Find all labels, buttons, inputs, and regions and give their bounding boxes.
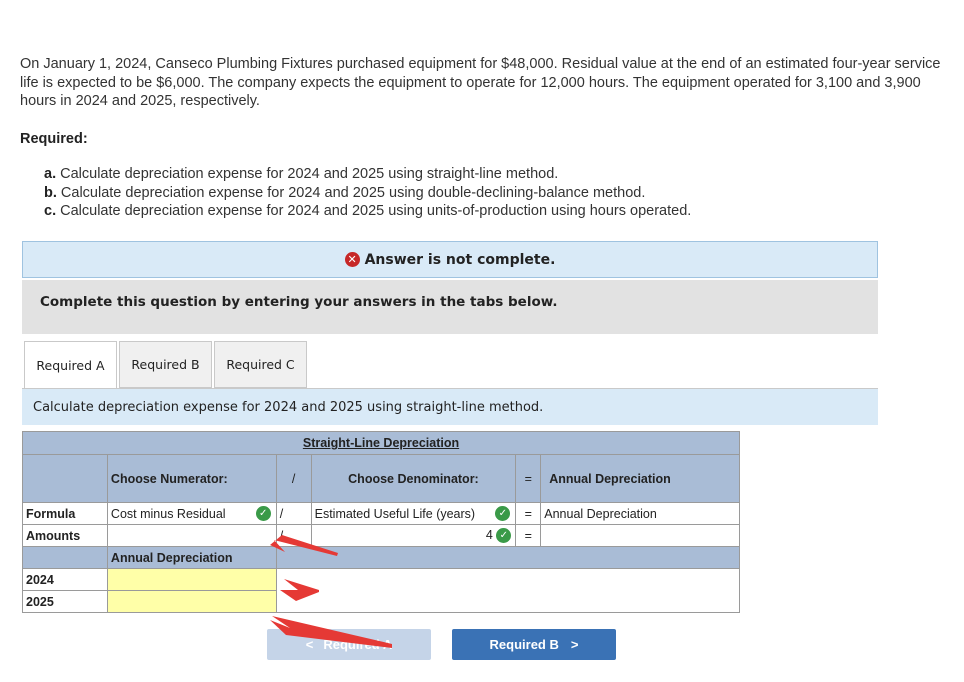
task-description: Calculate depreciation expense for 2024 …: [22, 389, 878, 425]
amounts-label: Amounts: [22, 524, 108, 547]
chevron-right-icon: >: [570, 637, 579, 652]
numerator-select[interactable]: Cost minus Residual ✓: [106, 502, 277, 525]
check-icon: ✓: [496, 528, 512, 544]
table-title: Straight-Line Depreciation: [22, 431, 740, 455]
year-label: 2025: [22, 590, 108, 613]
requirement-b: b. Calculate depreciation expense for 20…: [44, 184, 646, 201]
depreciation-2024-input[interactable]: [106, 568, 277, 591]
subheader-blank: [22, 546, 108, 569]
tab-required-b[interactable]: Required B: [119, 341, 212, 388]
next-button[interactable]: Required B >: [452, 629, 616, 660]
header-numerator: Choose Numerator:: [106, 454, 277, 503]
tab-required-c[interactable]: Required C: [214, 341, 307, 388]
header-divide: /: [275, 454, 312, 503]
formula-label: Formula: [22, 502, 108, 525]
subheader-annual-depreciation: Annual Depreciation: [106, 546, 277, 569]
header-denominator: Choose Denominator:: [310, 454, 517, 503]
requirement-a: a. Calculate depreciation expense for 20…: [44, 166, 559, 182]
empty-area: [275, 568, 741, 613]
amount-divide: /: [275, 524, 312, 547]
requirements-list: a. Calculate depreciation expense for 20…: [44, 165, 691, 221]
header-blank: [22, 454, 108, 503]
requirement-c: c. Calculate depreciation expense for 20…: [44, 203, 692, 219]
header-equals: =: [515, 454, 542, 503]
subheader-fill: [275, 546, 741, 569]
amount-equals: =: [515, 524, 542, 547]
answer-status-text: Answer is not complete.: [364, 251, 556, 268]
depreciation-2025-input[interactable]: [106, 590, 277, 613]
formula-equals: =: [515, 502, 542, 525]
answer-status-banner: ✕ Answer is not complete.: [22, 241, 878, 278]
instruction-panel: Complete this question by entering your …: [22, 280, 878, 334]
header-result: Annual Depreciation: [540, 454, 740, 503]
amount-denominator-input[interactable]: 4 ✓: [310, 524, 517, 547]
year-label: 2024: [22, 568, 108, 591]
denominator-select[interactable]: Estimated Useful Life (years) ✓: [310, 502, 517, 525]
formula-divide: /: [275, 502, 312, 525]
straight-line-table: Straight-Line Depreciation Choose Numera…: [22, 431, 741, 613]
amount-result-input[interactable]: [540, 524, 740, 547]
check-icon: ✓: [255, 506, 271, 521]
required-heading: Required:: [20, 131, 88, 147]
chevron-left-icon: <: [305, 637, 314, 652]
prev-button[interactable]: < Required A: [267, 629, 431, 660]
result-select[interactable]: Annual Depreciation: [540, 502, 740, 525]
check-icon: ✓: [495, 506, 511, 521]
problem-statement: On January 1, 2024, Canseco Plumbing Fix…: [20, 56, 941, 109]
error-x-icon: ✕: [344, 252, 360, 267]
tab-required-a[interactable]: Required A: [24, 341, 117, 389]
amount-numerator-input[interactable]: [106, 524, 277, 547]
instruction-text: Complete this question by entering your …: [40, 294, 558, 310]
